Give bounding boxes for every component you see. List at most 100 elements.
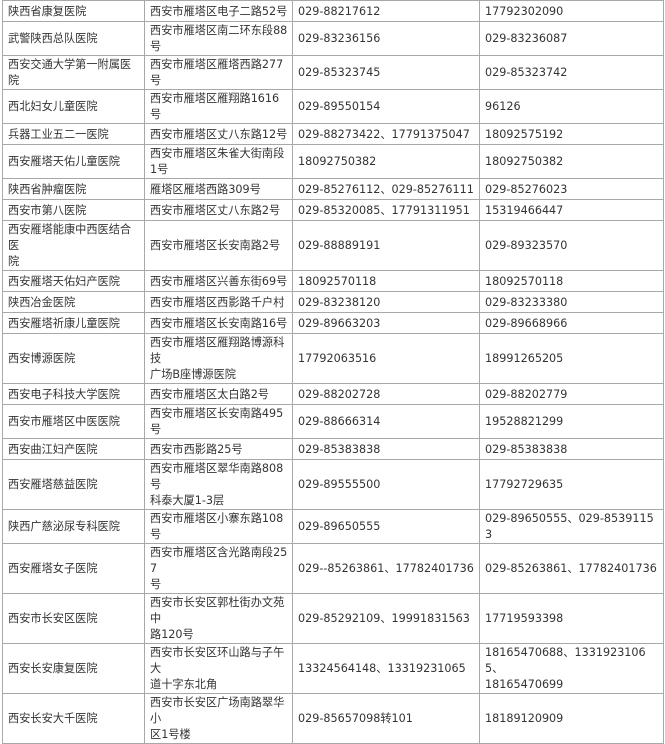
table-row: 西安雁塔祈康儿童医院 西安市雁塔区长安南路16号 029-89663203 029-8… bbox=[2, 312, 664, 334]
address-cell-text: 西安市雁塔区含光路南段257 bbox=[150, 546, 288, 575]
contact-phone-cell-text: 17792302090 bbox=[485, 4, 564, 18]
phone-cell-text: 029-88889191 bbox=[298, 239, 381, 252]
phone-cell: 029-85276112、029-85276111 bbox=[292, 178, 480, 200]
contact-phone-cell: 18165470688、13319231065、 18165470699 bbox=[479, 643, 664, 694]
hospital-name-cell: 陕西省肿瘤医院 bbox=[2, 178, 145, 200]
phone-cell-text: 029-85276112、029-85276111 bbox=[298, 182, 474, 196]
hospital-name-cell: 西安长安康复医院 bbox=[2, 643, 145, 694]
table-row: 西安市第八医院 西安市雁塔区丈八东路2号 029-85320085、17791311… bbox=[2, 199, 664, 221]
phone-cell: 029-85292109、19991831563 bbox=[292, 593, 480, 644]
phone-cell-text: 029-88217612 bbox=[298, 4, 381, 18]
contact-phone-cell: 029-85383838 bbox=[479, 438, 664, 460]
address-cell: 西安市雁塔区翠华南路808号 科泰大厦1-3层 bbox=[144, 459, 293, 510]
phone-cell: 029-85383838 bbox=[292, 438, 480, 460]
hospital-name-cell-text: 西安雁塔能康中西医结合医 bbox=[8, 223, 132, 252]
address-cell: 西安市雁塔区太白路2号 bbox=[144, 383, 293, 405]
phone-cell-text: 18092570118 bbox=[298, 274, 377, 288]
table-row: 西安雁塔天佑妇产医院 西安市雁塔区兴善东街69号 18092570118 180925… bbox=[2, 270, 664, 292]
table-row: 西安交通大学第一附属医院 西安市雁塔区雁塔西路277号 029-85323745 02… bbox=[2, 55, 664, 90]
hospital-name-cell-text: 兵器工业五二一医院 bbox=[8, 127, 109, 141]
hospital-name-cell-text: 西安曲江妇产医院 bbox=[8, 442, 98, 456]
hospital-name-cell-text: 西安市雁塔区中医医院 bbox=[8, 415, 120, 428]
table-row: 陕西冶金医院 西安市雁塔区西影路千户村 029-83238120 029-832333… bbox=[2, 291, 664, 313]
phone-cell-text: 18092750382 bbox=[298, 155, 377, 168]
phone-cell: 13324564148、13319231065 bbox=[292, 643, 480, 694]
contact-phone-cell: 19528821299 bbox=[479, 404, 664, 439]
address-cell: 西安市雁塔区南二环东段88号 bbox=[144, 21, 293, 56]
phone-cell-text: 029-88666314 bbox=[298, 415, 381, 428]
phone-cell: 029-88889191 bbox=[292, 220, 480, 271]
phone-cell-text: 029-89555500 bbox=[298, 478, 381, 491]
hospital-name-cell: 西安交通大学第一附属医院 bbox=[2, 55, 145, 90]
contact-phone-cell-text: 029-83236087 bbox=[485, 32, 568, 45]
address-cell-text: 雁塔区雁塔西路309号 bbox=[150, 182, 261, 196]
table-row: 西安博源医院 西安市雁塔区雁翔路博源科技 广场B座博源医院 17792063516 18… bbox=[2, 333, 664, 384]
address-cell-text: 西安市西影路25号 bbox=[150, 442, 243, 456]
hospital-name-cell-text: 西安电子科技大学医院 bbox=[8, 387, 120, 401]
phone-cell: 029-83238120 bbox=[292, 291, 480, 313]
hospital-name-cell-text: 西安交通大学第一附属医院 bbox=[8, 58, 132, 87]
address-cell: 西安市雁塔区兴善东街69号 bbox=[144, 270, 293, 292]
contact-phone-cell: 029-83233380 bbox=[479, 291, 664, 313]
table-row: 陕西省康复医院 西安市雁塔区电子二路52号 029-88217612 17792302… bbox=[2, 0, 664, 22]
address-cell-text: 路120号 bbox=[150, 628, 194, 641]
hospital-name-cell: 西安雁塔天佑儿童医院 bbox=[2, 144, 145, 179]
phone-cell-text: 029-85657098转101 bbox=[298, 712, 413, 725]
phone-cell: 18092570118 bbox=[292, 270, 480, 292]
hospital-name-cell: 陕西广慈泌尿专科医院 bbox=[2, 509, 145, 544]
phone-cell-text: 029-89663203 bbox=[298, 316, 381, 330]
contact-phone-cell: 17792729635 bbox=[479, 459, 664, 510]
table-row: 兵器工业五二一医院 西安市雁塔区丈八东路12号 029-88273422、17791… bbox=[2, 123, 664, 145]
contact-phone-cell-text: 18165470699 bbox=[485, 678, 564, 691]
table-row: 西安长安大千医院 西安市长安区广场南路翠华小 区1号楼 029-85657098转10… bbox=[2, 693, 664, 744]
contact-phone-cell-text: 18165470688、13319231065、 bbox=[485, 646, 646, 675]
contact-phone-cell-text: 029-85383838 bbox=[485, 442, 568, 456]
table-row: 西安市长安区医院 西安市长安区郭杜街办文苑中 路120号 029-85292109、1… bbox=[2, 593, 664, 644]
hospital-name-cell: 西北妇女儿童医院 bbox=[2, 89, 145, 124]
hospital-name-cell-text: 陕西冶金医院 bbox=[8, 295, 76, 309]
address-cell: 西安市雁塔区小寨东路108号 bbox=[144, 509, 293, 544]
address-cell-text: 西安市雁塔区丈八东路12号 bbox=[150, 127, 288, 141]
phone-cell-text: 029-85292109、19991831563 bbox=[298, 612, 470, 625]
table-row: 西安雁塔能康中西医结合医院西安市雁塔区长安南路2号 029-88889191 029… bbox=[2, 220, 664, 271]
contact-phone-cell: 18092750382 bbox=[479, 144, 664, 179]
contact-phone-cell: 029-88202779 bbox=[479, 383, 664, 405]
table-row: 西安雁塔天佑儿童医院 西安市雁塔区朱雀大街南段1号 18092750382 18092… bbox=[2, 144, 664, 179]
contact-phone-cell: 18092570118 bbox=[479, 270, 664, 292]
contact-phone-cell-text: 18991265205 bbox=[485, 352, 564, 365]
address-cell-text: 西安市雁塔区丈八东路2号 bbox=[150, 203, 281, 217]
contact-phone-cell-text: 029-83233380 bbox=[485, 295, 568, 309]
phone-cell: 029-88217612 bbox=[292, 0, 480, 22]
hospital-name-cell: 武警陕西总队医院 bbox=[2, 21, 145, 56]
hospital-name-cell-text: 武警陕西总队医院 bbox=[8, 32, 98, 45]
contact-phone-cell-text: 029-85263861、17782401736 bbox=[485, 562, 657, 575]
address-cell: 西安市长安区广场南路翠华小 区1号楼 bbox=[144, 693, 293, 744]
hospital-name-cell: 西安市长安区医院 bbox=[2, 593, 145, 644]
address-cell-text: 西安市雁塔区翠华南路808号 bbox=[150, 462, 284, 491]
contact-phone-cell-text: 029-88202779 bbox=[485, 387, 568, 401]
phone-cell: 18092750382 bbox=[292, 144, 480, 179]
phone-cell: 029-89650555 bbox=[292, 509, 480, 544]
table-row: 陕西广慈泌尿专科医院 西安市雁塔区小寨东路108号 029-89650555 029-… bbox=[2, 509, 664, 544]
contact-phone-cell-text: 029-85323742 bbox=[485, 66, 568, 79]
contact-phone-cell: 029-89668966 bbox=[479, 312, 664, 334]
address-cell: 西安市雁塔区雁翔路1616号 bbox=[144, 89, 293, 124]
phone-cell: 17792063516 bbox=[292, 333, 480, 384]
contact-phone-cell-text: 029-89668966 bbox=[485, 316, 568, 330]
address-cell-text: 西安市雁塔区南二环东段88号 bbox=[150, 24, 288, 53]
contact-phone-cell-text: 18092750382 bbox=[485, 155, 564, 168]
address-cell: 西安市雁塔区雁翔路博源科技 广场B座博源医院 bbox=[144, 333, 293, 384]
address-cell-text: 号 bbox=[150, 578, 162, 591]
address-cell-text: 西安市雁塔区电子二路52号 bbox=[150, 4, 288, 18]
address-cell: 西安市长安区环山路与子午大 道十字东北角 bbox=[144, 643, 293, 694]
address-cell-text: 西安市雁塔区长安南路16号 bbox=[150, 316, 288, 330]
phone-cell-text: 029-88273422、17791375047 bbox=[298, 127, 470, 141]
contact-phone-cell: 029-85276023 bbox=[479, 178, 664, 200]
hospital-name-cell: 兵器工业五二一医院 bbox=[2, 123, 145, 145]
phone-cell-text: 029-85323745 bbox=[298, 66, 381, 79]
address-cell-text: 西安市雁塔区西影路千户村 bbox=[150, 295, 285, 309]
table-row: 陕西省肿瘤医院 雁塔区雁塔西路309号 029-85276112、029-85276… bbox=[2, 178, 664, 200]
address-cell: 雁塔区雁塔西路309号 bbox=[144, 178, 293, 200]
hospital-name-cell: 西安雁塔祈康儿童医院 bbox=[2, 312, 145, 334]
hospital-name-cell: 西安雁塔天佑妇产医院 bbox=[2, 270, 145, 292]
